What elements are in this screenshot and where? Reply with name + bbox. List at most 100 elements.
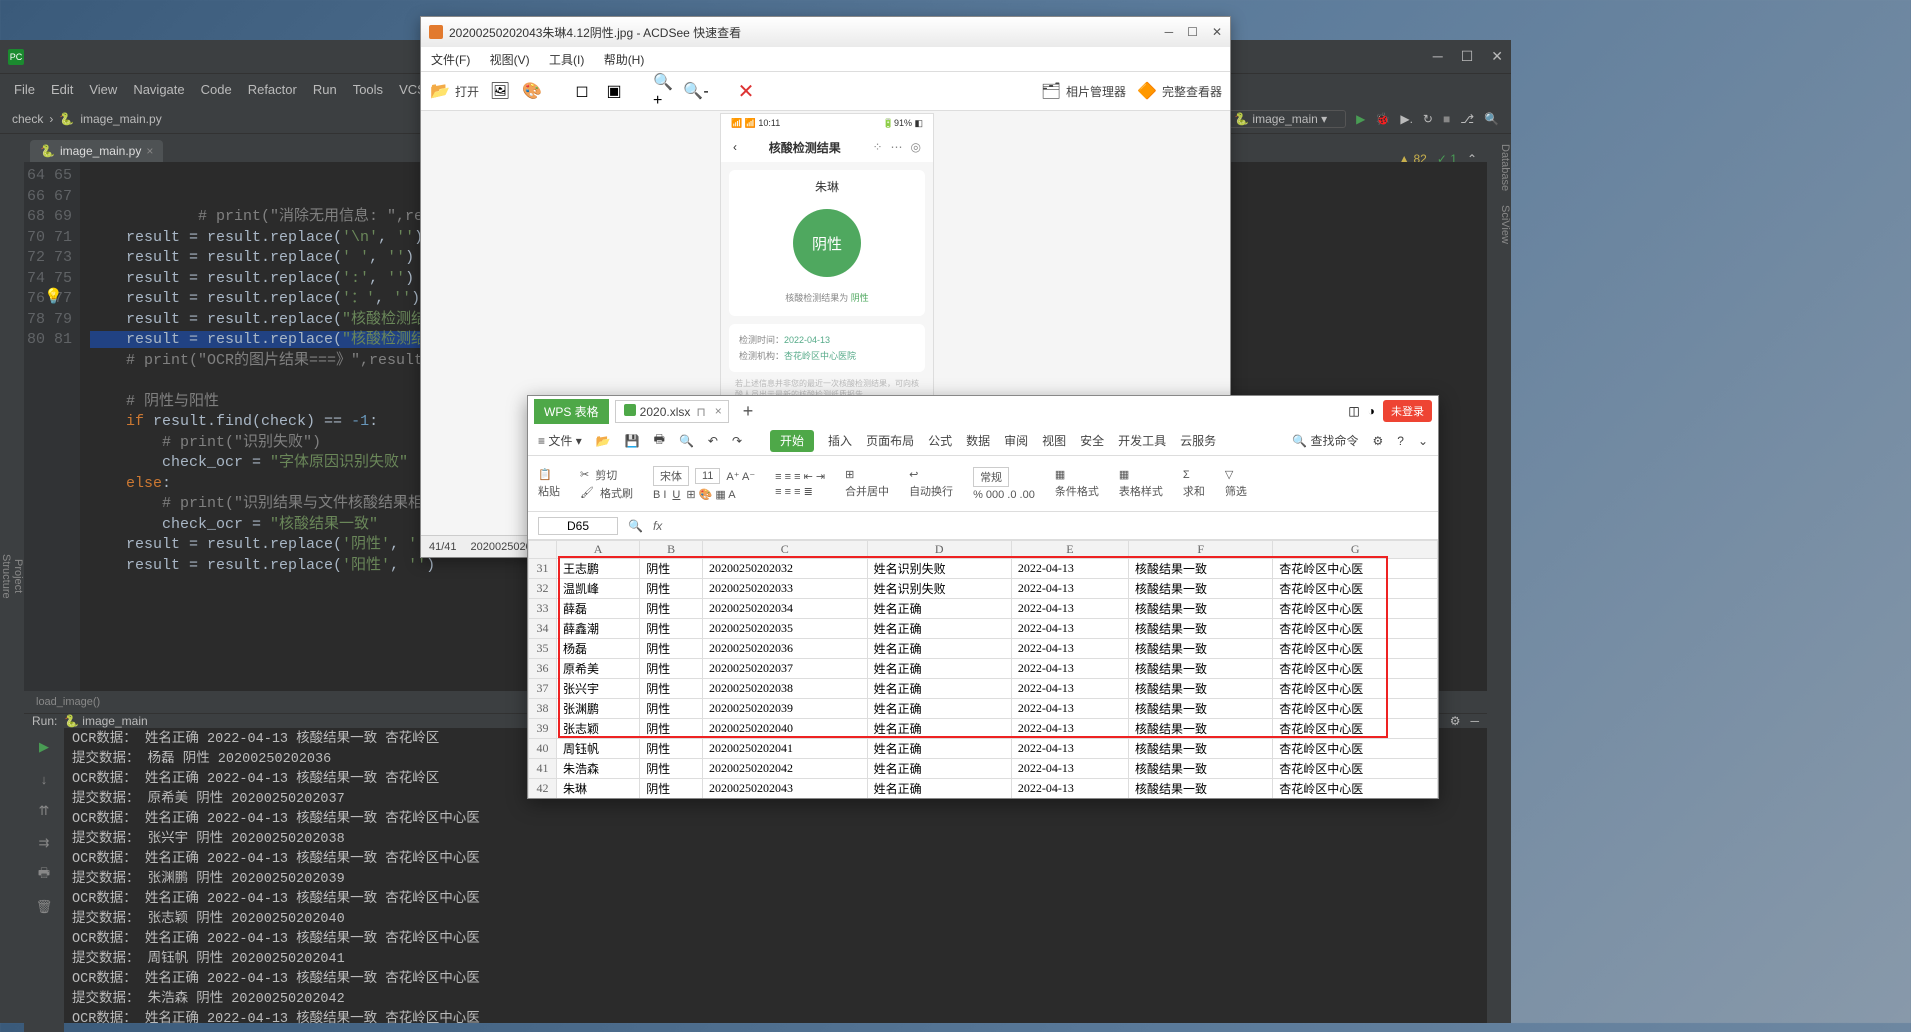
cell[interactable]: 姓名正确 bbox=[867, 779, 1011, 799]
menu-refactor[interactable]: Refactor bbox=[248, 82, 297, 97]
minimize-icon[interactable]: ─ bbox=[1165, 25, 1174, 39]
ribbon-tab[interactable]: 公式 bbox=[928, 434, 952, 448]
cell[interactable]: 核酸结果一致 bbox=[1129, 759, 1273, 779]
cell[interactable]: 杏花岭区中心医 bbox=[1273, 699, 1438, 719]
menu-item[interactable]: 工具(I) bbox=[549, 51, 584, 68]
ribbon-tab[interactable]: 页面布局 bbox=[866, 434, 914, 448]
photo-manager-button[interactable]: 🗂相片管理器 bbox=[1040, 80, 1126, 102]
cell[interactable]: 温凯峰 bbox=[557, 579, 640, 599]
tool-project[interactable]: Project bbox=[12, 559, 24, 593]
cell[interactable]: 2022-04-13 bbox=[1011, 619, 1128, 639]
cell[interactable]: 原希美 bbox=[557, 659, 640, 679]
run-icon[interactable]: ▶ bbox=[1356, 112, 1365, 126]
cell[interactable]: 杨磊 bbox=[557, 639, 640, 659]
pin-icon[interactable]: ⊓ bbox=[696, 405, 705, 419]
ribbon-tab[interactable]: 云服务 bbox=[1180, 434, 1216, 448]
cell[interactable]: 杏花岭区中心医 bbox=[1273, 659, 1438, 679]
maximize-icon[interactable]: ☐ bbox=[1461, 48, 1474, 65]
breadcrumb-file[interactable]: image_main.py bbox=[80, 112, 161, 126]
table-style-button[interactable]: 表格样式 bbox=[1119, 483, 1163, 499]
cell[interactable]: 姓名正确 bbox=[867, 759, 1011, 779]
cell[interactable]: 杏花岭区中心医 bbox=[1273, 639, 1438, 659]
ribbon-tab[interactable]: 视图 bbox=[1042, 434, 1066, 448]
cell[interactable]: 2022-04-13 bbox=[1011, 759, 1128, 779]
view-icon[interactable]: ◫ bbox=[1348, 404, 1359, 418]
cell[interactable]: 姓名正确 bbox=[867, 659, 1011, 679]
save-icon[interactable]: 💾 bbox=[625, 434, 640, 448]
cell[interactable]: 核酸结果一致 bbox=[1129, 619, 1273, 639]
cell[interactable]: 20200250202034 bbox=[703, 599, 868, 619]
cell[interactable]: 阴性 bbox=[640, 599, 703, 619]
cell[interactable]: 20200250202035 bbox=[703, 619, 868, 639]
full-viewer-button[interactable]: 🔶完整查看器 bbox=[1136, 80, 1222, 102]
redo-icon[interactable]: ↷ bbox=[732, 434, 742, 448]
new-tab-button[interactable]: + bbox=[735, 401, 762, 422]
cell[interactable]: 核酸结果一致 bbox=[1129, 599, 1273, 619]
cell[interactable]: 20200250202043 bbox=[703, 779, 868, 799]
cell[interactable]: 杏花岭区中心医 bbox=[1273, 739, 1438, 759]
row-header[interactable]: 35 bbox=[529, 639, 557, 659]
menu-file[interactable]: File bbox=[14, 82, 35, 97]
cell[interactable]: 姓名正确 bbox=[867, 679, 1011, 699]
breadcrumb-project[interactable]: check bbox=[12, 112, 43, 126]
right-toolwindow-bar[interactable]: Database SciView bbox=[1487, 134, 1511, 1023]
cell[interactable]: 阴性 bbox=[640, 579, 703, 599]
merge-button[interactable]: 合并居中 bbox=[845, 483, 889, 499]
cell[interactable]: 姓名识别失败 bbox=[867, 559, 1011, 579]
ribbon-tab[interactable]: 数据 bbox=[966, 434, 990, 448]
menu-view[interactable]: View bbox=[89, 82, 117, 97]
font-select[interactable]: 宋体 bbox=[653, 466, 689, 486]
row-header[interactable]: 32 bbox=[529, 579, 557, 599]
cell[interactable]: 20200250202032 bbox=[703, 559, 868, 579]
search-box[interactable]: 🔍 查找命令 bbox=[1292, 432, 1358, 449]
cell[interactable]: 王志鹏 bbox=[557, 559, 640, 579]
ribbon-tab[interactable]: 开始 bbox=[770, 430, 814, 452]
menu-item[interactable]: 视图(V) bbox=[490, 51, 530, 68]
cell-reference[interactable]: D65 bbox=[538, 517, 618, 535]
cell[interactable]: 薛鑫潮 bbox=[557, 619, 640, 639]
cell[interactable]: 杏花岭区中心医 bbox=[1273, 599, 1438, 619]
tool-sciview[interactable]: SciView bbox=[1487, 205, 1511, 244]
cell[interactable]: 阴性 bbox=[640, 759, 703, 779]
fit-icon[interactable]: ◻ bbox=[571, 80, 593, 102]
format-painter-button[interactable]: 格式刷 bbox=[600, 485, 633, 501]
hide-icon[interactable]: ─ bbox=[1470, 714, 1479, 728]
row-header[interactable]: 37 bbox=[529, 679, 557, 699]
cell[interactable]: 核酸结果一致 bbox=[1129, 579, 1273, 599]
sum-button[interactable]: 求和 bbox=[1183, 483, 1205, 499]
number-format[interactable]: 常规 bbox=[973, 467, 1009, 487]
profile-icon[interactable]: ↻ bbox=[1423, 112, 1433, 126]
debug-icon[interactable]: 🐞 bbox=[1375, 112, 1390, 126]
menu-code[interactable]: Code bbox=[201, 82, 232, 97]
ribbon-tab[interactable]: 审阅 bbox=[1004, 434, 1028, 448]
editor-tab[interactable]: 🐍 image_main.py × bbox=[30, 140, 163, 162]
doc-tab[interactable]: 2020.xlsx⊓× bbox=[615, 400, 729, 423]
login-button[interactable]: 未登录 bbox=[1383, 400, 1432, 422]
zoom-in-icon[interactable]: 🔍+ bbox=[653, 80, 675, 102]
cell[interactable]: 姓名识别失败 bbox=[867, 579, 1011, 599]
tool-database[interactable]: Database bbox=[1487, 144, 1511, 191]
stop-icon[interactable]: ■ bbox=[1443, 112, 1450, 126]
cell[interactable]: 20200250202040 bbox=[703, 719, 868, 739]
cell[interactable]: 2022-04-13 bbox=[1011, 699, 1128, 719]
cell[interactable]: 阴性 bbox=[640, 619, 703, 639]
help-icon[interactable]: ? bbox=[1397, 434, 1404, 448]
row-header[interactable]: 36 bbox=[529, 659, 557, 679]
actual-icon[interactable]: ▣ bbox=[603, 80, 625, 102]
cell[interactable]: 阴性 bbox=[640, 719, 703, 739]
cell[interactable]: 姓名正确 bbox=[867, 719, 1011, 739]
cell[interactable]: 20200250202037 bbox=[703, 659, 868, 679]
cell[interactable]: 张志颖 bbox=[557, 719, 640, 739]
cell[interactable]: 阴性 bbox=[640, 699, 703, 719]
fx-icon[interactable]: 🔍 bbox=[628, 519, 643, 533]
open-button[interactable]: 📂打开 bbox=[429, 80, 479, 102]
print-icon[interactable]: 🖶 bbox=[33, 864, 55, 886]
col-header[interactable]: B bbox=[640, 541, 703, 559]
cell[interactable]: 20200250202039 bbox=[703, 699, 868, 719]
col-header[interactable]: C bbox=[703, 541, 868, 559]
wrap-icon[interactable]: ⇉ bbox=[33, 832, 55, 854]
tool-structure[interactable]: Structure bbox=[0, 554, 12, 599]
run-config-selector[interactable]: 🐍 image_main ▾ bbox=[1225, 110, 1346, 128]
menu-run[interactable]: Run bbox=[313, 82, 337, 97]
cell[interactable]: 阴性 bbox=[640, 639, 703, 659]
